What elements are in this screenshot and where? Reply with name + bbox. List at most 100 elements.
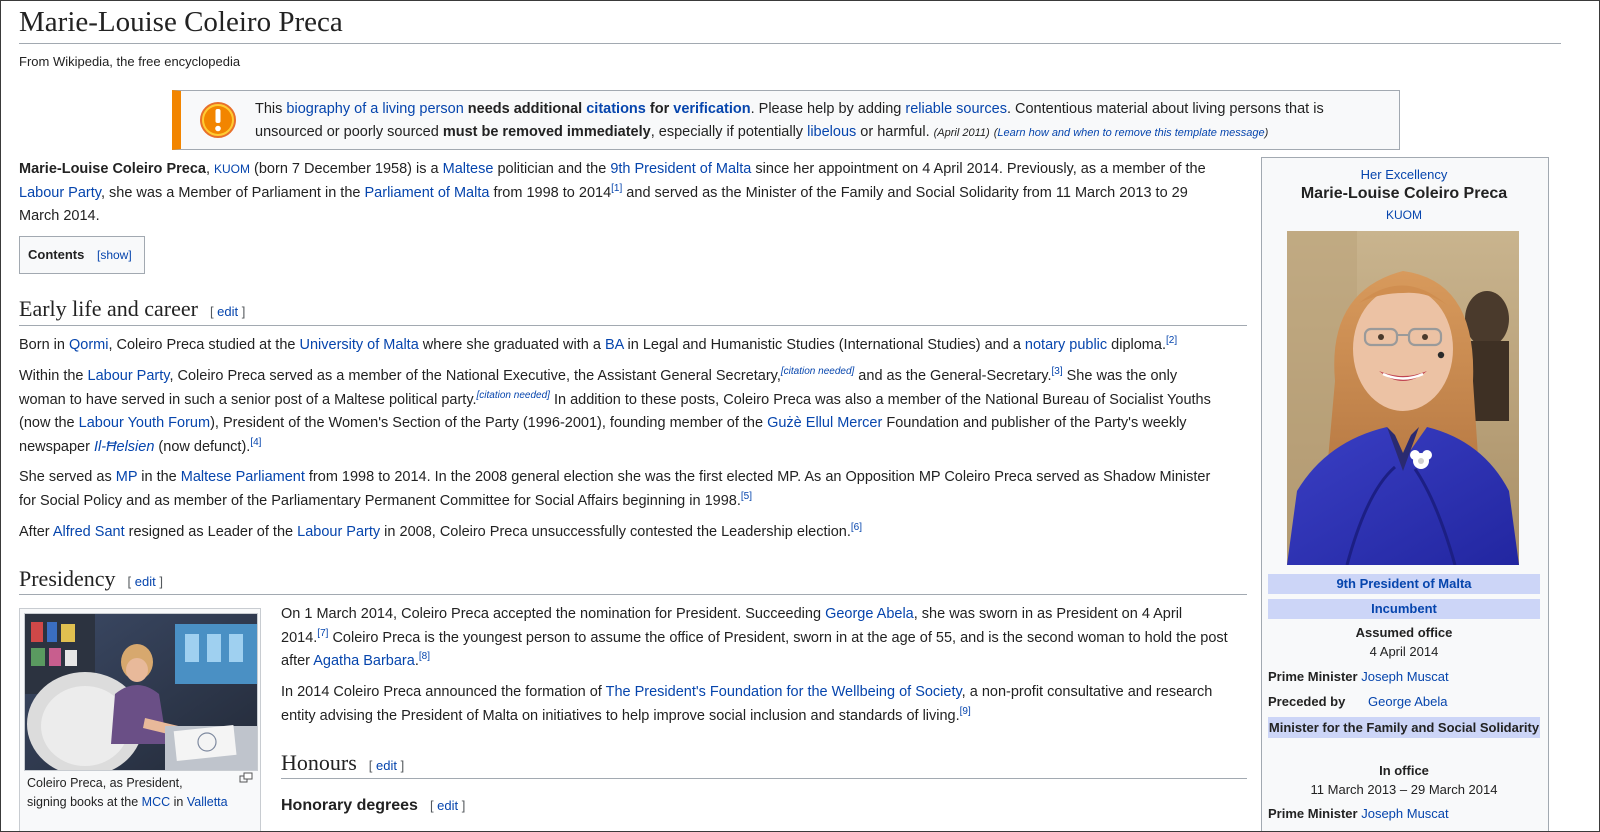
text: Coleiro Preca is the youngest person to … — [328, 629, 1228, 646]
george-abela-link[interactable]: George Abela — [1368, 694, 1448, 709]
valletta-link[interactable]: Valletta — [187, 795, 228, 809]
maltese-link[interactable]: Maltese — [443, 161, 494, 177]
enlarge-icon[interactable] — [239, 772, 253, 784]
text: and as the General-Secretary. — [854, 368, 1052, 384]
notary-public-link[interactable]: notary public — [1025, 337, 1107, 353]
joseph-muscat-link[interactable]: Joseph Muscat — [1361, 806, 1448, 821]
edit-section: [ edit ] — [430, 798, 465, 813]
section-heading-presidency: Presidency [ edit ] — [19, 566, 163, 592]
ref-4[interactable]: [4] — [250, 437, 261, 448]
notice-text: This — [255, 101, 287, 117]
libelous-link[interactable]: libelous — [807, 124, 856, 140]
early-p3: She served as MP in the Maltese Parliame… — [19, 466, 1210, 513]
ref-8[interactable]: [8] — [419, 651, 430, 662]
heading-text: Early life and career — [19, 296, 198, 321]
text: She served as — [19, 469, 116, 485]
intro-line: March 2014. — [19, 208, 100, 224]
notice-text: unsourced or poorly sourced — [255, 124, 443, 140]
ninth-president-link[interactable]: 9th President of Malta — [1336, 576, 1471, 591]
early-p1: Born in Qormi, Coleiro Preca studied at … — [19, 334, 1177, 358]
mcc-link[interactable]: MCC — [142, 795, 170, 809]
verification-link[interactable]: verification — [673, 101, 750, 117]
joseph-muscat-link[interactable]: Joseph Muscat — [1361, 669, 1448, 684]
p2-line: (now the Labour Youth Forum), President … — [19, 412, 1211, 436]
honorific-link[interactable]: Her Excellency — [1361, 167, 1448, 182]
citation-needed[interactable]: [citation needed] — [781, 366, 854, 377]
ninth-president-link[interactable]: 9th President of Malta — [610, 161, 751, 177]
maltese-parliament-link[interactable]: Maltese Parliament — [181, 469, 305, 485]
agatha-barbara-link[interactable]: Agatha Barbara — [313, 653, 415, 669]
kuom-link[interactable]: KUOM — [214, 162, 250, 176]
infobox-status-band: Incumbent — [1268, 599, 1540, 619]
bracket: [ — [368, 758, 377, 773]
ref-9[interactable]: [9] — [960, 706, 971, 717]
ref-2[interactable]: [2] — [1166, 335, 1177, 346]
table-of-contents: Contents [show] — [19, 236, 145, 274]
text: (born 7 December 1958) is a — [250, 161, 443, 177]
edit-link[interactable]: edit — [217, 304, 238, 319]
text: in Legal and Humanistic Studies (Interna… — [623, 337, 1025, 353]
text: in 2008, Coleiro Preca unsuccessfully co… — [380, 524, 851, 540]
thumbnail-image[interactable] — [24, 613, 258, 771]
heading-text: Honours — [281, 750, 357, 775]
labour-youth-forum-link[interactable]: Labour Youth Forum — [79, 415, 210, 431]
heading-rule — [19, 325, 1247, 326]
text: She was the only — [1062, 368, 1178, 384]
citation-needed[interactable]: [citation needed] — [477, 390, 550, 401]
edit-link[interactable]: edit — [376, 758, 397, 773]
p3-line: She served as MP in the Maltese Parliame… — [19, 466, 1210, 490]
mp-link[interactable]: MP — [116, 469, 138, 485]
toc-show-toggle[interactable]: [show] — [97, 248, 132, 262]
kuom-link[interactable]: KUOM — [1386, 208, 1422, 222]
ambox-notice: This biography of a living person needs … — [172, 90, 1400, 150]
learn-more: (Learn how and when to remove this templ… — [994, 127, 1269, 139]
notice-text: . Contentious material about living pers… — [1006, 101, 1324, 117]
pres-line: entity advising the President of Malta o… — [281, 705, 1212, 729]
infobox-name: Marie-Louise Coleiro Preca — [1300, 185, 1508, 202]
ref-5[interactable]: [5] — [741, 491, 752, 502]
incumbent-link[interactable]: Incumbent — [1371, 601, 1437, 616]
learn-remove-template-link[interactable]: Learn how and when to remove this templa… — [997, 127, 1264, 139]
bracket: ] — [396, 758, 405, 773]
biography-living-person-link[interactable]: biography of a living person — [286, 101, 463, 117]
edit-link[interactable]: edit — [437, 798, 458, 813]
in-office-dates: 11 March 2013 – 29 March 2014 — [1310, 782, 1498, 797]
section-heading-early-life: Early life and career [ edit ] — [19, 296, 245, 322]
notice-line-2: unsourced or poorly sourced must be remo… — [255, 121, 1268, 145]
portrait-image[interactable] — [1287, 231, 1519, 565]
qormi-link[interactable]: Qormi — [69, 337, 108, 353]
p2-line: newspaper Il-Ħelsien (now defunct).[4] — [19, 436, 1211, 460]
labour-party-link[interactable]: Labour Party — [19, 185, 101, 201]
ref-1[interactable]: [1] — [611, 183, 622, 194]
paren: ) — [1264, 127, 1269, 139]
ba-link[interactable]: BA — [605, 337, 624, 353]
citations-link[interactable]: citations — [586, 101, 646, 117]
notice-text: , especially if potentially — [650, 124, 808, 140]
caption-line: signing books at the MCC in Valletta — [27, 793, 228, 812]
scroll-gutter — [1561, 1, 1599, 831]
alfred-sant-link[interactable]: Alfred Sant — [53, 524, 125, 540]
page-title: Marie-Louise Coleiro Preca — [19, 6, 343, 38]
text: and served as the Minister of the Family… — [622, 184, 1188, 201]
p3-line: for Social Policy and as member of the P… — [19, 490, 1210, 514]
edit-section: [ edit ] — [128, 574, 163, 589]
bracket: ] — [458, 798, 466, 813]
text: from 1998 to 2014. In the 2008 general e… — [304, 469, 1211, 485]
text: Born in — [19, 337, 69, 353]
ref-3[interactable]: [3] — [1051, 366, 1062, 377]
george-abela-link[interactable]: George Abela — [825, 606, 914, 622]
presidents-foundation-link[interactable]: The President's Foundation for the Wellb… — [606, 684, 962, 700]
text: 2014. — [281, 629, 318, 646]
university-of-malta-link[interactable]: University of Malta — [300, 337, 419, 353]
reliable-sources-link[interactable]: reliable sources — [905, 101, 1007, 117]
ref-7[interactable]: [7] — [317, 628, 328, 639]
early-p2: Within the Labour Party, Coleiro Preca s… — [19, 365, 1211, 459]
guze-ellul-mercer-link[interactable]: Gużè Ellul Mercer — [767, 415, 882, 431]
ref-6[interactable]: [6] — [851, 522, 862, 533]
il-helsien-link[interactable]: Il-Ħelsien — [94, 439, 154, 455]
labour-party-link[interactable]: Labour Party — [88, 368, 170, 384]
bracket: ] — [238, 304, 246, 319]
parliament-of-malta-link[interactable]: Parliament of Malta — [365, 185, 490, 201]
labour-party-link[interactable]: Labour Party — [297, 524, 380, 540]
edit-link[interactable]: edit — [135, 574, 156, 589]
